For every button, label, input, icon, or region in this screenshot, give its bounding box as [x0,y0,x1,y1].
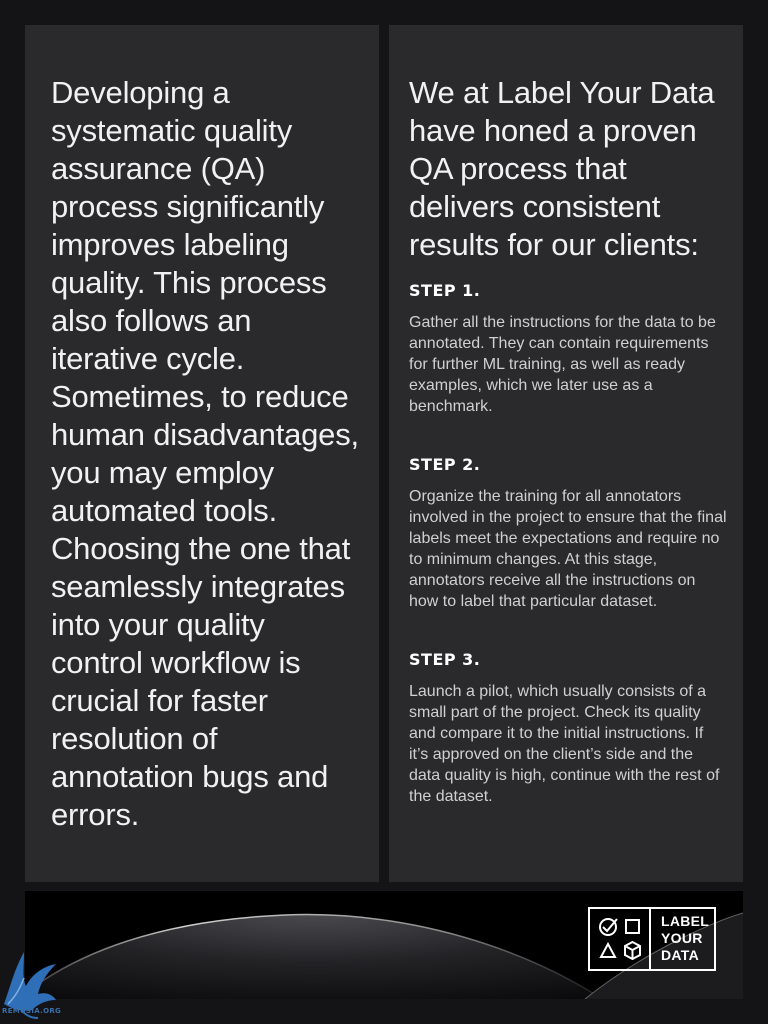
logo-icon-grid [590,909,651,969]
right-card-intro: We at Label Your Data have honed a prove… [409,75,715,262]
footer-banner: LABEL YOUR DATA [25,891,743,999]
infographic-page: Developing a systematic quality assuranc… [0,0,768,1024]
left-card: Developing a systematic quality assuranc… [25,25,379,882]
logo-line-1: LABEL [661,913,710,929]
logo-wordmark: LABEL YOUR DATA [651,909,714,969]
label-your-data-logo: LABEL YOUR DATA [588,907,716,971]
step-1-title: STEP 1. [409,281,481,300]
left-card-text: Developing a systematic quality assuranc… [51,75,359,832]
logo-line-3: DATA [661,947,700,963]
watermark-text: REMUSIA.ORG [2,1007,62,1015]
cube-icon [624,940,641,961]
logo-line-2: YOUR [661,930,703,946]
right-card: We at Label Your Data have honed a prove… [389,25,743,882]
checkmark-circle-icon [599,918,618,936]
step-2-body: Organize the training for all annotators… [409,488,727,610]
triangle-icon [599,941,617,958]
step-3-title: STEP 3. [409,650,481,669]
square-icon [625,919,640,934]
step-3-body: Launch a pilot, which usually consists o… [409,683,720,805]
step-1-body: Gather all the instructions for the data… [409,314,716,415]
step-2-title: STEP 2. [409,455,481,474]
